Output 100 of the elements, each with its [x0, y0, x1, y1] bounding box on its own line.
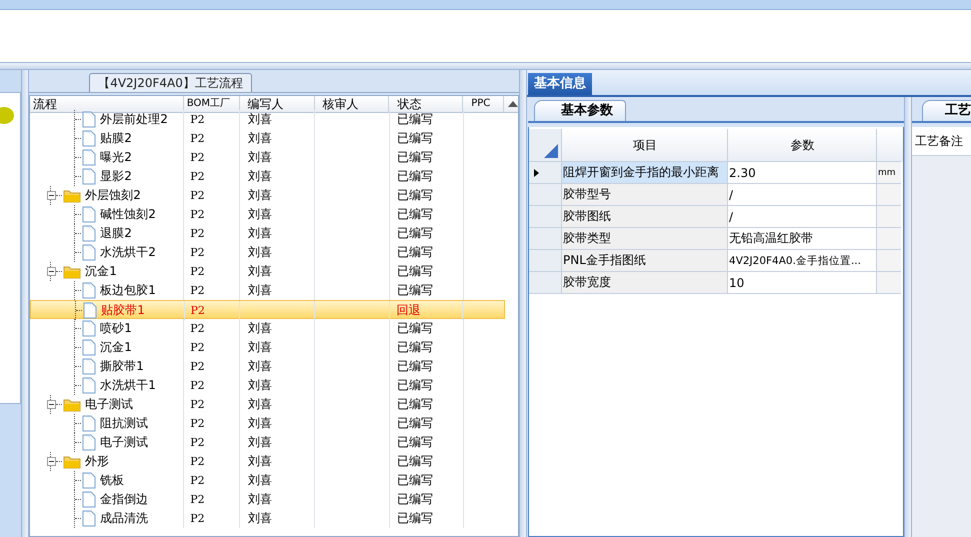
tree-row[interactable]: 水洗烘干1 P2 刘喜 已编写: [30, 376, 506, 395]
table-cell: 已编写: [397, 434, 434, 451]
table-cell: 刘喜: [248, 510, 272, 527]
tree-row[interactable]: 退膜2 P2 刘喜 已编写: [30, 224, 506, 243]
table-cell[interactable]: [877, 272, 902, 294]
splitter-handle[interactable]: [519, 70, 528, 537]
document-icon: [82, 472, 96, 489]
tree-row[interactable]: 电子测试 P2 刘喜 已编写: [30, 433, 506, 452]
tab[interactable]: 基本信息: [528, 73, 592, 95]
tab[interactable]: 基本参数: [534, 100, 626, 121]
collapse-icon[interactable]: [47, 400, 56, 409]
column-header[interactable]: 编写人: [240, 96, 315, 112]
table-cell: P2: [190, 246, 205, 259]
node-label: 铣板: [100, 472, 124, 489]
tab[interactable]: 工艺: [922, 100, 971, 121]
tree-row[interactable]: 金指倒边 P2 刘喜 已编写: [30, 490, 506, 509]
table-cell[interactable]: PNL金手指图纸: [562, 250, 728, 272]
splitter-handle[interactable]: [904, 97, 912, 537]
table-cell[interactable]: mm: [877, 162, 902, 184]
tree-row[interactable]: 阻抗测试 P2 刘喜 已编写: [30, 414, 506, 433]
table-cell: P2: [190, 474, 205, 487]
table-cell: 刘喜: [248, 434, 272, 451]
tree-row[interactable]: 撕胶带1 P2 刘喜 已编写: [30, 357, 506, 376]
tree-row[interactable]: 显影2 P2 刘喜 已编写: [30, 167, 506, 186]
tree-row[interactable]: 外形 P2 刘喜 已编写: [30, 452, 506, 471]
column-header: 工艺备注: [912, 127, 971, 156]
node-label: 水洗烘干1: [100, 377, 156, 394]
table-cell[interactable]: [877, 184, 902, 206]
table-cell: 已编写: [397, 320, 434, 337]
document-icon: [83, 302, 98, 319]
table-cell: 已编写: [397, 206, 434, 223]
tree-row[interactable]: 碱性蚀刻2 P2 刘喜 已编写: [30, 205, 506, 224]
row-header[interactable]: [529, 162, 562, 184]
tree-row[interactable]: 喷砂1 P2 刘喜 已编写: [30, 319, 506, 338]
table-cell[interactable]: [877, 250, 902, 272]
corner-cell[interactable]: [529, 129, 562, 162]
document-icon: [82, 244, 96, 261]
table-cell[interactable]: 胶带类型: [562, 228, 728, 250]
tree-row[interactable]: 贴膜2 P2 刘喜 已编写: [30, 129, 506, 148]
table-cell: 已编写: [397, 377, 434, 394]
table-cell: 刘喜: [248, 111, 272, 128]
document-icon: [82, 510, 96, 527]
table-cell: 刘喜: [248, 396, 272, 413]
table-cell[interactable]: 阻焊开窗到金手指的最小距离: [562, 162, 728, 184]
tree-row[interactable]: 沉金1 P2 刘喜 已编写: [30, 262, 506, 281]
node-label: 撕胶带1: [100, 358, 144, 375]
table-cell: P2: [190, 284, 205, 297]
selected-row[interactable]: [0, 0, 971, 10]
table-cell: 刘喜: [248, 149, 272, 166]
table-cell: 刘喜: [248, 320, 272, 337]
column-header[interactable]: 核审人: [314, 96, 390, 112]
current-row-icon: [534, 168, 540, 176]
table-cell: P2: [190, 493, 205, 506]
node-label: 沉金1: [85, 263, 117, 280]
table-cell: P2: [190, 436, 205, 449]
folder-icon: [63, 454, 82, 468]
table-cell: 刘喜: [248, 263, 272, 280]
table-cell: P2: [190, 304, 205, 317]
document-icon: [82, 225, 96, 242]
tree-row[interactable]: 成品清洗 P2 刘喜 已编写: [30, 509, 506, 528]
tree-row[interactable]: 曝光2 P2 刘喜 已编写: [30, 148, 506, 167]
table-cell: 刘喜: [248, 453, 272, 470]
tree-row[interactable]: 水洗烘干2 P2 刘喜 已编写: [30, 243, 506, 262]
collapse-icon[interactable]: [47, 267, 56, 276]
table-cell: P2: [190, 379, 205, 392]
document-icon: [82, 415, 96, 432]
tree-row[interactable]: 贴胶带1 P2 回退: [30, 300, 506, 319]
node-label: 水洗烘干2: [100, 244, 156, 261]
tree-row[interactable]: 外层蚀刻2 P2 刘喜 已编写: [30, 186, 506, 205]
table-cell: P2: [190, 170, 205, 183]
table-cell[interactable]: 胶带图纸: [562, 206, 728, 228]
tree-row[interactable]: 电子测试 P2 刘喜 已编写: [30, 395, 506, 414]
collapse-icon[interactable]: [47, 457, 56, 466]
table-cell[interactable]: 胶带型号: [562, 184, 728, 206]
column-header[interactable]: BOM工厂: [184, 96, 240, 112]
tree-row[interactable]: 外层前处理2 P2 刘喜 已编写: [30, 110, 506, 129]
table-cell: 刘喜: [248, 377, 272, 394]
table-cell: 已编写: [397, 491, 434, 508]
table-cell: 已编写: [397, 415, 434, 432]
table-cell[interactable]: [877, 206, 902, 228]
node-label: 退膜2: [100, 225, 132, 242]
table-cell[interactable]: [877, 228, 902, 250]
table-cell: 回退: [396, 302, 421, 319]
table-cell: P2: [190, 265, 205, 278]
table-cell[interactable]: 胶带宽度: [562, 272, 728, 294]
table-cell: P2: [190, 417, 205, 430]
document-icon: [82, 130, 96, 147]
table-cell: 已编写: [397, 453, 434, 470]
column-header[interactable]: 参数: [728, 129, 878, 162]
table-cell: 刘喜: [248, 187, 272, 204]
tree-row[interactable]: 沉金1 P2 刘喜 已编写: [30, 338, 506, 357]
collapse-icon[interactable]: [47, 191, 56, 200]
column-header[interactable]: PPC: [463, 96, 504, 112]
splitter-handle[interactable]: [0, 62, 971, 70]
table-cell: 已编写: [397, 111, 434, 128]
splitter-handle[interactable]: [21, 70, 30, 537]
tree-row[interactable]: 铣板 P2 刘喜 已编写: [30, 471, 506, 490]
status-indicator: [0, 107, 14, 124]
column-header[interactable]: 状态: [389, 96, 464, 112]
node-label: 曝光2: [100, 149, 132, 166]
